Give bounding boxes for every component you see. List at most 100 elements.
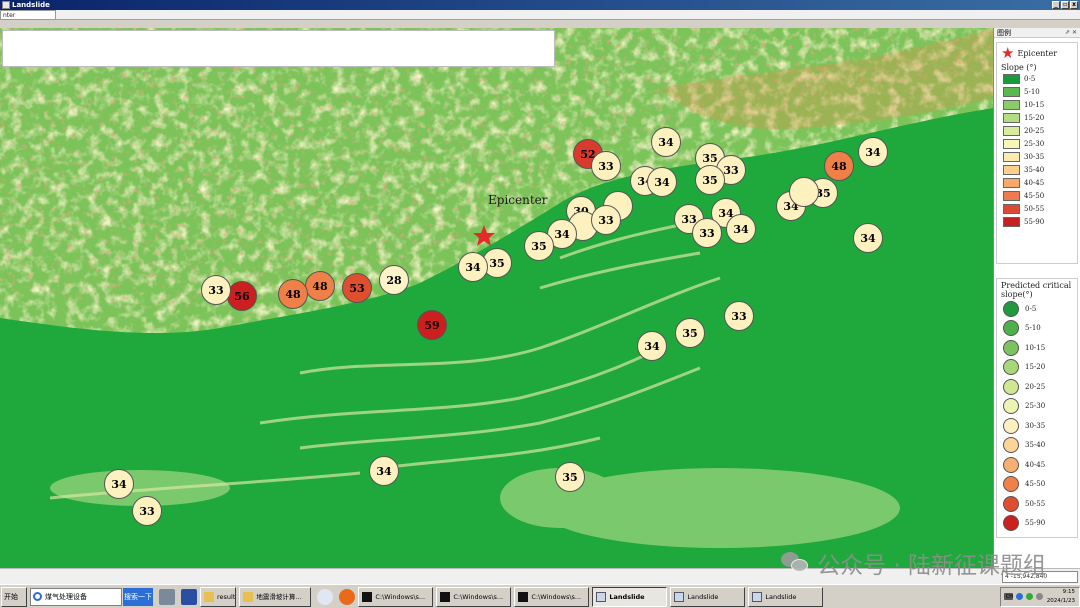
slope-swatch: [1003, 138, 1020, 149]
site-marker[interactable]: 33: [591, 205, 621, 235]
slope-swatch: [1003, 203, 1020, 214]
site-marker[interactable]: 35: [555, 462, 585, 492]
site-marker[interactable]: 34: [637, 331, 667, 361]
site-marker[interactable]: 34: [369, 456, 399, 486]
watermark: 公众号 · 陆新征课题组: [781, 546, 1046, 580]
site-marker[interactable]: 48: [824, 151, 854, 181]
site-marker-label: 56: [234, 290, 250, 303]
site-marker[interactable]: 33: [724, 301, 754, 331]
critical-class-row: 30-35: [997, 416, 1077, 436]
map-view[interactable]: Epicenter 52 33 34 35 33 34 34 35 48 34 …: [0, 28, 993, 568]
system-tray[interactable]: CH 9:15 2024/1/23: [1000, 586, 1080, 607]
taskbar-button[interactable]: Landslide: [748, 586, 824, 607]
site-marker[interactable]: 34: [104, 469, 134, 499]
site-marker[interactable]: 33: [132, 496, 162, 526]
slope-class-row: 30-35: [997, 150, 1077, 163]
critical-swatch: [1003, 456, 1019, 473]
site-marker-label: 35: [562, 471, 577, 484]
minimize-button[interactable]: _: [1052, 1, 1060, 9]
critical-class-row: 40-45: [997, 455, 1077, 475]
legend-header-title: 图例: [997, 29, 1011, 37]
site-marker[interactable]: 48: [278, 279, 308, 309]
site-marker[interactable]: 35: [675, 318, 705, 348]
site-marker[interactable]: 34: [726, 214, 756, 244]
site-marker[interactable]: 56: [227, 281, 257, 311]
folder-icon: [243, 591, 254, 602]
site-marker[interactable]: [789, 177, 819, 207]
slope-class-label: 30-35: [1024, 152, 1045, 161]
site-marker[interactable]: 35: [695, 165, 725, 195]
critical-class-row: 5-10: [997, 319, 1077, 339]
site-marker[interactable]: 59: [417, 310, 447, 340]
taskbar-button-label: C:\Windows\s...: [531, 592, 582, 601]
network-app-icon[interactable]: [317, 588, 334, 605]
start-button[interactable]: 开始: [1, 586, 27, 607]
taskbar-button[interactable]: C:\Windows\s...: [358, 586, 434, 607]
legend-header-buttons[interactable]: ⇗ ✕: [1065, 28, 1077, 38]
taskbar-button-label: C:\Windows\s...: [375, 592, 426, 601]
powershell-icon[interactable]: [181, 588, 197, 605]
search-button[interactable]: 搜索一下: [123, 587, 153, 606]
language-indicator[interactable]: CH: [1004, 592, 1013, 600]
critical-class-row: 55-90: [997, 514, 1077, 534]
taskbar-button-label: result: [217, 592, 236, 601]
site-marker-label: 34: [644, 340, 660, 353]
taskbar-button[interactable]: 地震滑坡计算...: [239, 586, 312, 607]
slope-class-row: 40-45: [997, 176, 1077, 189]
slope-swatch: [1003, 164, 1020, 175]
site-marker[interactable]: 33: [692, 218, 722, 248]
slope-class-label: 40-45: [1024, 178, 1045, 187]
site-marker[interactable]: 35: [524, 231, 554, 261]
critical-swatch: [1003, 300, 1019, 317]
slope-class-label: 45-50: [1024, 191, 1045, 200]
slope-swatch: [1003, 177, 1020, 188]
window-titlebar[interactable]: Landslide _ ▫ x: [0, 0, 1080, 10]
site-marker-label: 34: [554, 228, 570, 241]
computer-icon[interactable]: [159, 588, 175, 605]
terrain-map[interactable]: Epicenter 52 33 34 35 33 34 34 35 48 34 …: [0, 28, 993, 568]
taskbar-button[interactable]: result: [200, 586, 237, 607]
site-marker[interactable]: 33: [591, 151, 621, 181]
site-marker[interactable]: 34: [647, 167, 677, 197]
firefox-icon[interactable]: [339, 588, 356, 605]
taskbar-button[interactable]: C:\Windows\s...: [436, 586, 512, 607]
taskbar-button-active[interactable]: Landslide: [592, 586, 668, 607]
site-marker[interactable]: 34: [858, 137, 888, 167]
app-icon: [596, 591, 607, 602]
site-marker-label: 34: [111, 478, 127, 491]
restore-button[interactable]: ▫: [1061, 1, 1069, 9]
taskbar-button[interactable]: C:\Windows\s...: [514, 586, 590, 607]
network-icon[interactable]: [1026, 592, 1033, 600]
critical-swatch: [1003, 437, 1019, 454]
critical-class-label: 20-25: [1025, 382, 1046, 391]
critical-class-label: 5-10: [1025, 324, 1041, 333]
critical-legend-title: Predicted critical slope(°): [1001, 281, 1072, 299]
site-marker[interactable]: 28: [379, 265, 409, 295]
volume-icon[interactable]: [1036, 592, 1043, 600]
site-marker[interactable]: 33: [201, 275, 231, 305]
close-button[interactable]: x: [1070, 1, 1078, 9]
site-marker[interactable]: 34: [458, 252, 488, 282]
slope-class-label: 10-15: [1024, 100, 1045, 109]
site-marker[interactable]: 48: [305, 271, 335, 301]
taskbar-button-label: C:\Windows\s...: [453, 592, 504, 601]
critical-class-label: 30-35: [1025, 421, 1046, 430]
slope-class-row: 15-20: [997, 111, 1077, 124]
menu-input[interactable]: nter: [0, 10, 56, 20]
ie-icon: [33, 591, 42, 601]
critical-class-label: 40-45: [1025, 460, 1046, 469]
critical-slope-legend: Predicted critical slope(°) 0-5 5-10 10-…: [996, 278, 1078, 538]
slope-class-row: 55-90: [997, 215, 1077, 228]
browser-address-field[interactable]: 煤气处理设备: [30, 587, 122, 606]
watermark-text: 公众号 · 陆新征课题组: [817, 553, 1046, 579]
window-title: Landslide: [12, 1, 50, 9]
site-marker[interactable]: 34: [853, 223, 883, 253]
taskbar-button-label: 地震滑坡计算...: [256, 592, 302, 601]
site-marker-label: 33: [598, 160, 613, 173]
help-icon[interactable]: [1016, 592, 1023, 600]
site-marker[interactable]: 34: [651, 127, 681, 157]
site-marker[interactable]: 53: [342, 273, 372, 303]
site-marker-label: 34: [733, 223, 749, 236]
slope-class-list: 0-5 5-10 10-15 15-20 20-25 25-30 30-35 3…: [997, 72, 1077, 228]
taskbar-button[interactable]: Landslide: [670, 586, 746, 607]
